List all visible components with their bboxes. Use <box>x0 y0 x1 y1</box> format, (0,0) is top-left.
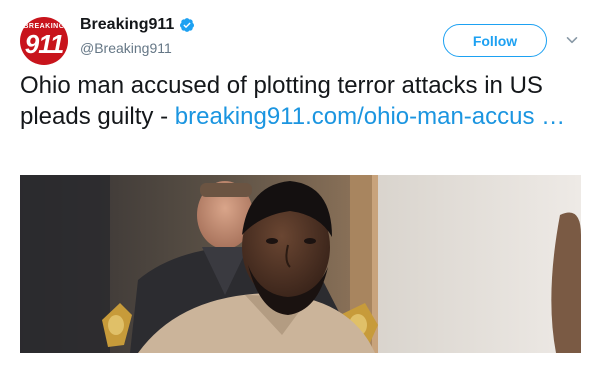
tweet-card: BREAKING 911 Breaking911 @Breaking911 Fo… <box>0 0 602 375</box>
verified-badge-icon <box>180 18 195 32</box>
chevron-down-icon[interactable] <box>566 34 578 46</box>
tweet-link[interactable]: breaking911.com/ohio-man-accus … <box>175 103 565 130</box>
avatar-brand-number: 911 <box>24 29 64 59</box>
follow-button[interactable]: Follow <box>443 24 547 57</box>
account-name-row: Breaking911 <box>80 16 195 34</box>
avatar[interactable]: BREAKING 911 <box>20 17 68 65</box>
tweet-media-photo[interactable] <box>20 175 581 353</box>
account-handle[interactable]: @Breaking911 <box>80 40 172 56</box>
display-name[interactable]: Breaking911 <box>80 16 174 34</box>
courtroom-photo <box>20 175 581 353</box>
tweet-text: Ohio man accused of plotting terror atta… <box>20 70 590 132</box>
